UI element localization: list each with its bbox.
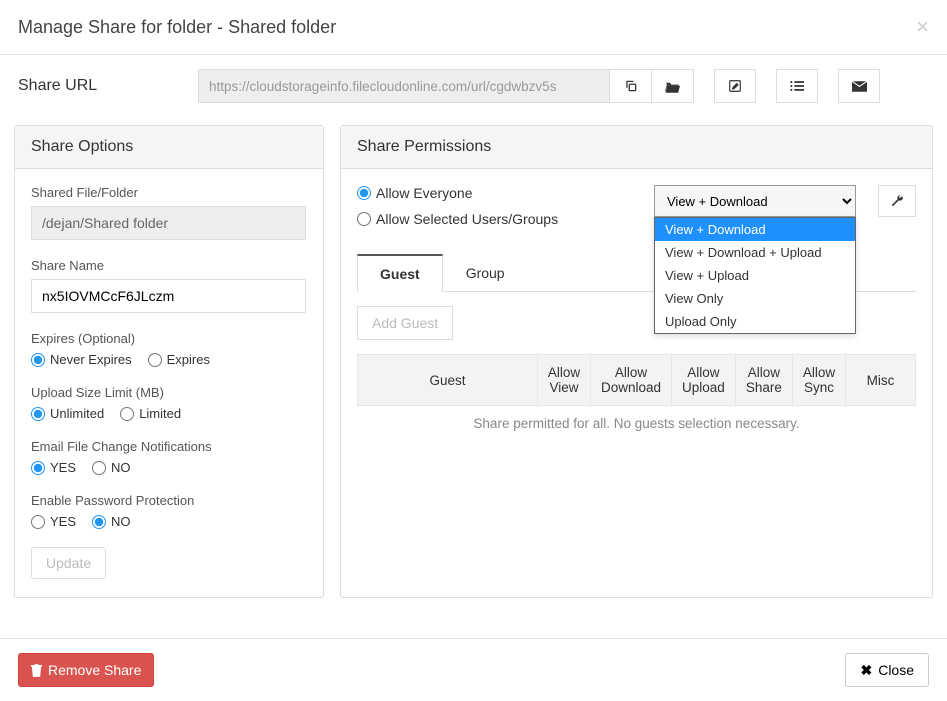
open-folder-button[interactable] [652,69,694,103]
share-url-label: Share URL [18,77,198,95]
shared-file-input [31,206,306,240]
col-guest: Guest [358,355,538,406]
password-yes-radio[interactable]: YES [31,514,76,529]
upload-limit-label: Upload Size Limit (MB) [31,385,307,400]
list-icon [790,80,804,92]
col-allow-share: Allow Share [735,355,792,406]
wrench-icon [890,194,904,208]
email-no-radio[interactable]: NO [92,460,131,475]
close-button[interactable]: ✖ Close [845,653,929,687]
close-x-icon: ✖ [860,662,872,679]
unlimited-radio[interactable]: Unlimited [31,406,104,421]
copy-icon [624,79,638,93]
edit-url-button[interactable] [714,69,756,103]
share-permissions-panel: Share Permissions Allow Everyone Allow S… [340,125,933,598]
dropdown-option[interactable]: View + Upload [655,264,855,287]
email-yes-radio[interactable]: YES [31,460,76,475]
tab-group[interactable]: Group [443,254,528,292]
permitted-message: Share permitted for all. No guests selec… [357,406,916,441]
envelope-icon [852,81,867,92]
permission-dropdown: View + Download View + Download + Upload… [654,217,856,334]
expires-radio[interactable]: Expires [148,352,210,367]
never-expires-radio[interactable]: Never Expires [31,352,132,367]
add-guest-button[interactable]: Add Guest [357,306,453,340]
modal-header: Manage Share for folder - Shared folder … [0,0,947,55]
share-url-section: Share URL [0,55,947,125]
share-options-panel: Share Options Shared File/Folder Share N… [14,125,324,598]
allow-everyone-radio[interactable]: Allow Everyone [357,185,473,201]
tab-guest[interactable]: Guest [357,254,443,292]
password-no-radio[interactable]: NO [92,514,131,529]
share-name-label: Share Name [31,258,307,273]
col-misc: Misc [846,355,916,406]
permission-select[interactable]: View + Download [654,185,856,217]
list-button[interactable] [776,69,818,103]
email-notif-label: Email File Change Notifications [31,439,307,454]
permissions-table: Guest Allow View Allow Download Allow Up… [357,354,916,406]
copy-url-button[interactable] [610,69,652,103]
dropdown-option[interactable]: View Only [655,287,855,310]
limited-radio[interactable]: Limited [120,406,181,421]
settings-button[interactable] [878,185,916,217]
modal-title: Manage Share for folder - Shared folder [18,17,336,38]
share-permissions-heading: Share Permissions [341,126,932,169]
update-button[interactable]: Update [31,547,106,579]
share-url-input[interactable] [198,69,610,103]
edit-icon [728,79,742,93]
password-label: Enable Password Protection [31,493,307,508]
col-allow-download: Allow Download [590,355,671,406]
allow-selected-radio[interactable]: Allow Selected Users/Groups [357,211,558,227]
trash-icon [31,664,42,677]
close-icon[interactable]: × [916,14,929,40]
col-allow-sync: Allow Sync [792,355,845,406]
dropdown-option[interactable]: View + Download [655,218,855,241]
share-options-heading: Share Options [15,126,323,169]
col-allow-view: Allow View [538,355,591,406]
col-allow-upload: Allow Upload [672,355,736,406]
dropdown-option[interactable]: Upload Only [655,310,855,333]
remove-share-button[interactable]: Remove Share [18,653,154,687]
folder-open-icon [665,80,680,93]
expires-label: Expires (Optional) [31,331,307,346]
share-name-input[interactable] [31,279,306,313]
shared-file-label: Shared File/Folder [31,185,307,200]
email-button[interactable] [838,69,880,103]
dropdown-option[interactable]: View + Download + Upload [655,241,855,264]
